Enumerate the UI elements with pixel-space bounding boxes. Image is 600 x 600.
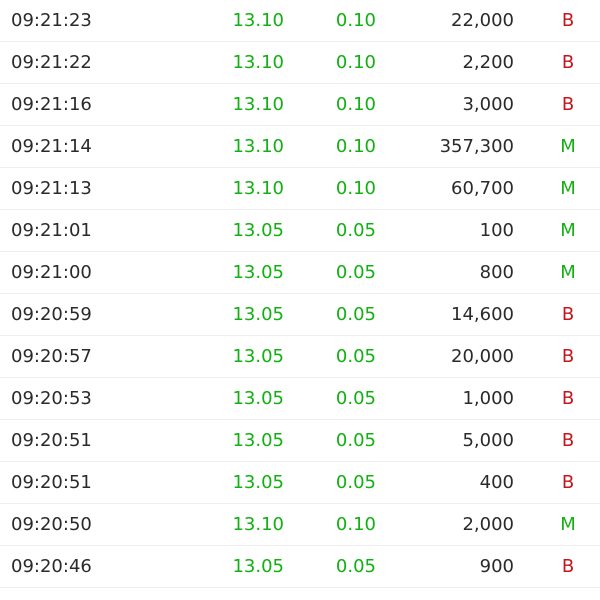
trade-price: 13.10 (232, 94, 284, 115)
trade-row[interactable]: 09:20:51 13.05 0.05 400 B (0, 462, 600, 504)
trade-change: 0.05 (335, 220, 376, 241)
trade-row[interactable]: 09:20:50 13.10 0.10 2,000 M (0, 504, 600, 546)
trade-volume: 20,000 (451, 346, 514, 367)
trade-time: 09:20:59 (11, 304, 92, 325)
trade-side-indicator: M (560, 514, 576, 535)
trade-time: 09:20:57 (11, 346, 92, 367)
trade-volume: 100 (479, 220, 514, 241)
trade-time: 09:21:01 (11, 220, 92, 241)
trade-side-indicator: B (561, 10, 575, 31)
trade-row[interactable]: 09:20:51 13.05 0.05 5,000 B (0, 420, 600, 462)
trade-change: 0.05 (335, 430, 376, 451)
trade-side-indicator: B (561, 94, 575, 115)
trade-change: 0.10 (335, 136, 376, 157)
trade-row[interactable]: 09:20:46 13.05 0.05 900 B (0, 546, 600, 588)
trade-row[interactable]: 09:21:22 13.10 0.10 2,200 B (0, 42, 600, 84)
trade-side-indicator: B (561, 430, 575, 451)
trade-side-indicator: B (561, 52, 575, 73)
trade-row[interactable]: 09:21:16 13.10 0.10 3,000 B (0, 84, 600, 126)
trade-time: 09:21:13 (11, 178, 92, 199)
trade-time: 09:21:14 (11, 136, 92, 157)
trade-volume: 2,200 (462, 52, 514, 73)
trade-change: 0.05 (335, 304, 376, 325)
trade-change: 0.10 (335, 514, 376, 535)
trade-row[interactable]: 09:20:57 13.05 0.05 20,000 B (0, 336, 600, 378)
trade-time: 09:21:16 (11, 94, 92, 115)
trade-side-indicator: M (560, 262, 576, 283)
trade-volume: 3,000 (462, 94, 514, 115)
trade-change: 0.10 (335, 178, 376, 199)
trade-time: 09:20:50 (11, 514, 92, 535)
trade-time: 09:21:23 (11, 10, 92, 31)
trade-price: 13.05 (232, 388, 284, 409)
trade-row[interactable]: 09:21:13 13.10 0.10 60,700 M (0, 168, 600, 210)
trade-price: 13.10 (232, 10, 284, 31)
trade-time: 09:20:51 (11, 472, 92, 493)
trade-row[interactable]: 09:20:53 13.05 0.05 1,000 B (0, 378, 600, 420)
trade-change: 0.05 (335, 556, 376, 577)
trade-row[interactable]: 09:21:23 13.10 0.10 22,000 B (0, 0, 600, 42)
trade-volume: 800 (479, 262, 514, 283)
trade-change: 0.10 (335, 10, 376, 31)
trade-price: 13.05 (232, 472, 284, 493)
trade-change: 0.05 (335, 262, 376, 283)
trade-volume: 5,000 (462, 430, 514, 451)
trade-price: 13.10 (232, 136, 284, 157)
trade-volume: 22,000 (451, 10, 514, 31)
trade-time: 09:20:46 (11, 556, 92, 577)
trade-volume: 400 (479, 472, 514, 493)
trade-price: 13.10 (232, 52, 284, 73)
trade-change: 0.10 (335, 94, 376, 115)
trade-side-indicator: B (561, 388, 575, 409)
trade-side-indicator: B (561, 556, 575, 577)
trade-volume: 900 (479, 556, 514, 577)
trade-volume: 14,600 (451, 304, 514, 325)
trade-row[interactable]: 09:21:01 13.05 0.05 100 M (0, 210, 600, 252)
trade-time: 09:20:51 (11, 430, 92, 451)
trade-volume: 60,700 (451, 178, 514, 199)
trade-change: 0.05 (335, 472, 376, 493)
trade-side-indicator: B (561, 472, 575, 493)
trade-time: 09:20:53 (11, 388, 92, 409)
trade-volume: 1,000 (462, 388, 514, 409)
trade-price: 13.05 (232, 304, 284, 325)
trade-row[interactable]: 09:21:14 13.10 0.10 357,300 M (0, 126, 600, 168)
trade-time: 09:21:00 (11, 262, 92, 283)
trade-row[interactable]: 09:21:00 13.05 0.05 800 M (0, 252, 600, 294)
trade-side-indicator: M (560, 178, 576, 199)
trade-change: 0.10 (335, 52, 376, 73)
trade-time: 09:21:22 (11, 52, 92, 73)
trade-side-indicator: M (560, 136, 576, 157)
trade-change: 0.05 (335, 346, 376, 367)
trade-price: 13.05 (232, 556, 284, 577)
trade-price: 13.10 (232, 514, 284, 535)
trade-change: 0.05 (335, 388, 376, 409)
trade-row[interactable]: 09:20:59 13.05 0.05 14,600 B (0, 294, 600, 336)
trade-price: 13.10 (232, 178, 284, 199)
trade-price: 13.05 (232, 346, 284, 367)
trade-price: 13.05 (232, 430, 284, 451)
trade-side-indicator: B (561, 346, 575, 367)
trade-price: 13.05 (232, 262, 284, 283)
trade-list: 09:21:23 13.10 0.10 22,000 B 09:21:22 13.10 0.1… (0, 0, 600, 590)
trade-price: 13.05 (232, 220, 284, 241)
trade-side-indicator: B (561, 304, 575, 325)
trade-volume: 357,300 (439, 136, 514, 157)
trade-side-indicator: M (560, 220, 576, 241)
trade-volume: 2,000 (462, 514, 514, 535)
